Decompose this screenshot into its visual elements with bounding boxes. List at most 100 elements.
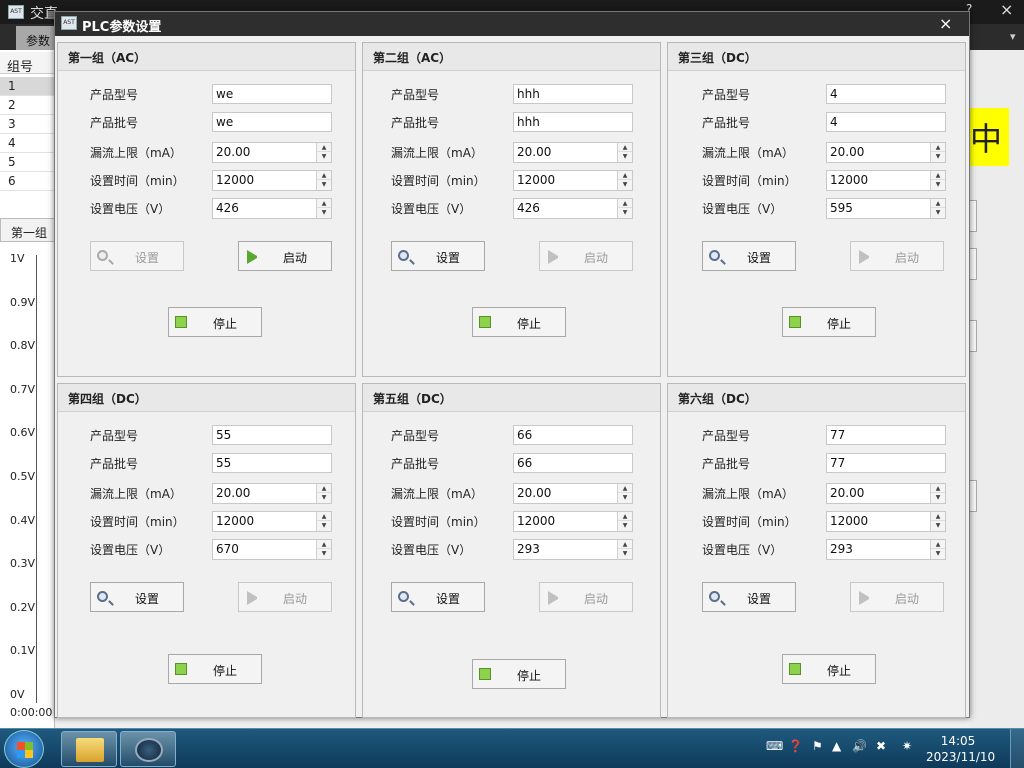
batch-input[interactable]: we: [212, 112, 332, 132]
volume-icon[interactable]: 🔊: [852, 739, 867, 753]
set-voltage-spinbox[interactable]: 426 ▲ ▼: [513, 198, 633, 219]
spin-down-icon[interactable]: ▼: [317, 493, 331, 502]
spin-down-icon[interactable]: ▼: [317, 521, 331, 530]
batch-input[interactable]: 66: [513, 453, 633, 473]
table-row[interactable]: 6: [0, 172, 55, 191]
spin-down-icon[interactable]: ▼: [931, 152, 945, 161]
set-button[interactable]: 设置: [90, 241, 184, 271]
leak-limit-spinbox[interactable]: 20.00 ▲ ▼: [826, 483, 946, 504]
spin-down-icon[interactable]: ▼: [931, 549, 945, 558]
set-button[interactable]: 设置: [391, 582, 485, 612]
set-button[interactable]: 设置: [702, 582, 796, 612]
right-field[interactable]: [970, 320, 977, 352]
network-icon[interactable]: ✖: [876, 739, 886, 753]
model-input[interactable]: hhh: [513, 84, 633, 104]
spin-down-icon[interactable]: ▼: [618, 208, 632, 217]
start-button[interactable]: 启动: [850, 241, 944, 271]
spin-up-icon[interactable]: ▲: [931, 199, 945, 208]
spin-down-icon[interactable]: ▼: [317, 152, 331, 161]
leak-limit-spinbox[interactable]: 20.00 ▲ ▼: [513, 142, 633, 163]
spin-up-icon[interactable]: ▲: [618, 199, 632, 208]
model-input[interactable]: 4: [826, 84, 946, 104]
table-row[interactable]: 1: [0, 77, 55, 96]
spin-up-icon[interactable]: ▲: [931, 512, 945, 521]
stop-button[interactable]: 停止: [472, 307, 566, 337]
set-button[interactable]: 设置: [391, 241, 485, 271]
model-input[interactable]: we: [212, 84, 332, 104]
spin-down-icon[interactable]: ▼: [931, 493, 945, 502]
spin-down-icon[interactable]: ▼: [618, 152, 632, 161]
set-voltage-spinbox[interactable]: 595 ▲ ▼: [826, 198, 946, 219]
spin-down-icon[interactable]: ▼: [618, 180, 632, 189]
spin-down-icon[interactable]: ▼: [618, 521, 632, 530]
set-time-spinbox[interactable]: 12000 ▲ ▼: [212, 170, 332, 191]
spin-down-icon[interactable]: ▼: [317, 549, 331, 558]
model-input[interactable]: 55: [212, 425, 332, 445]
dialog-close-button[interactable]: ×: [939, 14, 952, 33]
spin-up-icon[interactable]: ▲: [618, 171, 632, 180]
spin-up-icon[interactable]: ▲: [317, 171, 331, 180]
set-voltage-spinbox[interactable]: 293 ▲ ▼: [826, 539, 946, 560]
spin-up-icon[interactable]: ▲: [618, 143, 632, 152]
taskbar-app[interactable]: [120, 731, 176, 767]
spin-down-icon[interactable]: ▼: [618, 549, 632, 558]
set-time-spinbox[interactable]: 12000 ▲ ▼: [513, 511, 633, 532]
spin-down-icon[interactable]: ▼: [931, 180, 945, 189]
start-button[interactable]: 启动: [539, 582, 633, 612]
start-button[interactable]: 启动: [238, 241, 332, 271]
stop-button[interactable]: 停止: [472, 659, 566, 689]
spin-up-icon[interactable]: ▲: [618, 484, 632, 493]
leak-limit-spinbox[interactable]: 20.00 ▲ ▼: [212, 483, 332, 504]
set-time-spinbox[interactable]: 12000 ▲ ▼: [826, 511, 946, 532]
table-row[interactable]: 2: [0, 96, 55, 115]
table-row[interactable]: 3: [0, 115, 55, 134]
set-button[interactable]: 设置: [702, 241, 796, 271]
chevron-down-icon[interactable]: ▾: [1010, 30, 1016, 43]
set-voltage-spinbox[interactable]: 426 ▲ ▼: [212, 198, 332, 219]
start-button[interactable]: [4, 730, 44, 768]
tab-params[interactable]: 参数: [16, 26, 56, 50]
leak-limit-spinbox[interactable]: 20.00 ▲ ▼: [826, 142, 946, 163]
batch-input[interactable]: 77: [826, 453, 946, 473]
spin-up-icon[interactable]: ▲: [618, 540, 632, 549]
spin-up-icon[interactable]: ▲: [931, 143, 945, 152]
set-voltage-spinbox[interactable]: 293 ▲ ▼: [513, 539, 633, 560]
spin-down-icon[interactable]: ▼: [931, 521, 945, 530]
spin-down-icon[interactable]: ▼: [618, 493, 632, 502]
background-close-button[interactable]: ×: [1000, 0, 1013, 19]
spin-up-icon[interactable]: ▲: [931, 540, 945, 549]
spin-up-icon[interactable]: ▲: [317, 540, 331, 549]
spin-up-icon[interactable]: ▲: [931, 171, 945, 180]
table-row[interactable]: 5: [0, 153, 55, 172]
spin-up-icon[interactable]: ▲: [317, 143, 331, 152]
group-tab-1[interactable]: 第一组: [0, 218, 55, 242]
taskbar-explorer[interactable]: [61, 731, 117, 767]
stop-button[interactable]: 停止: [782, 654, 876, 684]
set-time-spinbox[interactable]: 12000 ▲ ▼: [212, 511, 332, 532]
set-button[interactable]: 设置: [90, 582, 184, 612]
start-button[interactable]: 启动: [850, 582, 944, 612]
arrow-up-icon[interactable]: ▲: [832, 739, 841, 753]
spin-down-icon[interactable]: ▼: [317, 208, 331, 217]
set-time-spinbox[interactable]: 12000 ▲ ▼: [826, 170, 946, 191]
stop-button[interactable]: 停止: [168, 654, 262, 684]
show-desktop-button[interactable]: [1010, 729, 1024, 768]
spin-up-icon[interactable]: ▲: [317, 484, 331, 493]
model-input[interactable]: 66: [513, 425, 633, 445]
security-icon[interactable]: ✷: [902, 739, 912, 753]
right-field[interactable]: [970, 200, 977, 232]
batch-input[interactable]: 4: [826, 112, 946, 132]
help-tray-icon[interactable]: ❓: [788, 739, 803, 753]
model-input[interactable]: 77: [826, 425, 946, 445]
start-button[interactable]: 启动: [539, 241, 633, 271]
flag-tray-icon[interactable]: ⚑: [812, 739, 823, 753]
clock[interactable]: 14:05 2023/11/10: [926, 733, 995, 765]
spin-down-icon[interactable]: ▼: [317, 180, 331, 189]
batch-input[interactable]: hhh: [513, 112, 633, 132]
leak-limit-spinbox[interactable]: 20.00 ▲ ▼: [212, 142, 332, 163]
leak-limit-spinbox[interactable]: 20.00 ▲ ▼: [513, 483, 633, 504]
start-button[interactable]: 启动: [238, 582, 332, 612]
spin-up-icon[interactable]: ▲: [317, 512, 331, 521]
stop-button[interactable]: 停止: [168, 307, 262, 337]
keyboard-icon[interactable]: ⌨: [766, 739, 783, 753]
